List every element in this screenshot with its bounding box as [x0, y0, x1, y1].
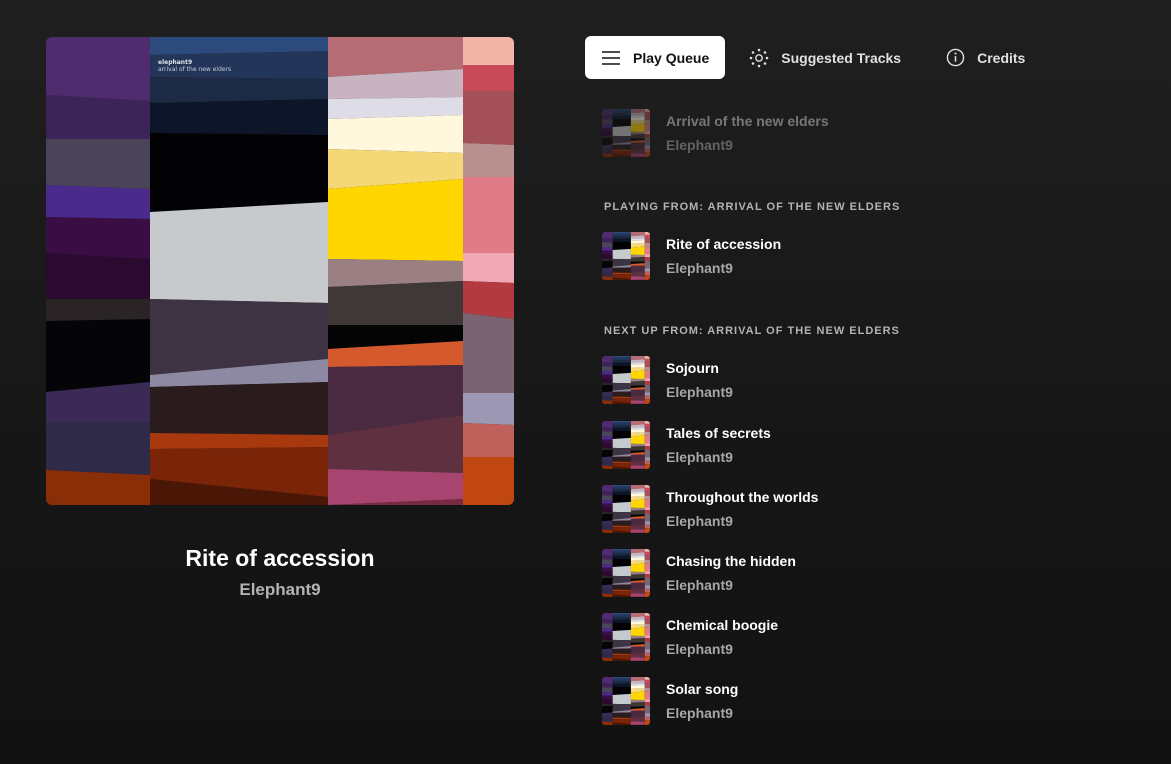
track-thumbnail	[602, 232, 650, 280]
track-thumbnail	[602, 485, 650, 533]
track-title: Solar song	[666, 681, 739, 697]
tab-label: Play Queue	[633, 49, 710, 66]
track-title: Chasing the hidden	[666, 553, 796, 569]
track-artist: Elephant9	[666, 641, 733, 657]
queue-next-track[interactable]: Throughout the worlds Elephant9	[602, 485, 818, 533]
track-artist: Elephant9	[666, 449, 733, 465]
queue-next-track[interactable]: Solar song Elephant9	[602, 677, 738, 725]
track-thumbnail	[602, 421, 650, 469]
now-playing-title[interactable]: Rite of accession	[46, 545, 514, 572]
playing-from-label: Playing from: Arrival of the new elders	[604, 201, 901, 213]
track-artist: Elephant9	[666, 513, 733, 529]
album-cover: elephant9 arrival of the new elders	[46, 37, 514, 505]
queue-current-track[interactable]: Rite of accession Elephant9	[602, 232, 781, 280]
tab-play-queue[interactable]: Play Queue	[585, 36, 726, 79]
track-artist: Elephant9	[666, 137, 733, 153]
track-thumbnail	[602, 549, 650, 597]
info-icon	[945, 48, 965, 68]
tab-label: Credits	[977, 49, 1026, 66]
track-title: Arrival of the new elders	[666, 113, 829, 129]
now-playing-artist[interactable]: Elephant9	[46, 580, 514, 600]
queue-next-track[interactable]: Chasing the hidden Elephant9	[602, 549, 796, 597]
track-title: Chemical boogie	[666, 617, 779, 633]
queue-next-track[interactable]: Chemical boogie Elephant9	[602, 613, 778, 661]
track-thumbnail	[602, 677, 650, 725]
cover-artist-text: elephant9	[158, 59, 193, 66]
cover-album-text: arrival of the new elders	[158, 66, 232, 74]
track-thumbnail	[602, 109, 650, 157]
track-title: Rite of accession	[666, 236, 782, 252]
queue-next-track[interactable]: Sojourn Elephant9	[602, 356, 733, 404]
track-title: Sojourn	[666, 360, 719, 376]
tab-credits[interactable]: Credits	[931, 36, 1041, 79]
cover-text: elephant9 arrival of the new elders	[158, 59, 231, 73]
suggest-dots-icon	[749, 48, 769, 68]
queue-tabs: Play Queue Suggested Tracks Credits	[585, 36, 1055, 79]
track-artist: Elephant9	[666, 260, 733, 276]
queue-next-track[interactable]: Tales of secrets Elephant9	[602, 421, 771, 469]
track-thumbnail	[602, 613, 650, 661]
track-artist: Elephant9	[666, 577, 733, 593]
app-root: elephant9 arrival of the new elders Rite…	[0, 0, 1171, 764]
next-up-label: Next up from: Arrival of the new elders	[604, 325, 900, 337]
album-cover-art	[46, 37, 514, 505]
queue-previous-track[interactable]: Arrival of the new elders Elephant9	[602, 109, 829, 157]
tab-suggested-tracks[interactable]: Suggested Tracks	[739, 36, 917, 79]
track-title: Tales of secrets	[666, 425, 771, 441]
track-thumbnail	[602, 356, 650, 404]
track-artist: Elephant9	[666, 384, 733, 400]
track-artist: Elephant9	[666, 705, 733, 721]
tab-label: Suggested Tracks	[781, 49, 902, 66]
track-title: Throughout the worlds	[666, 489, 819, 505]
list-icon	[601, 48, 621, 68]
